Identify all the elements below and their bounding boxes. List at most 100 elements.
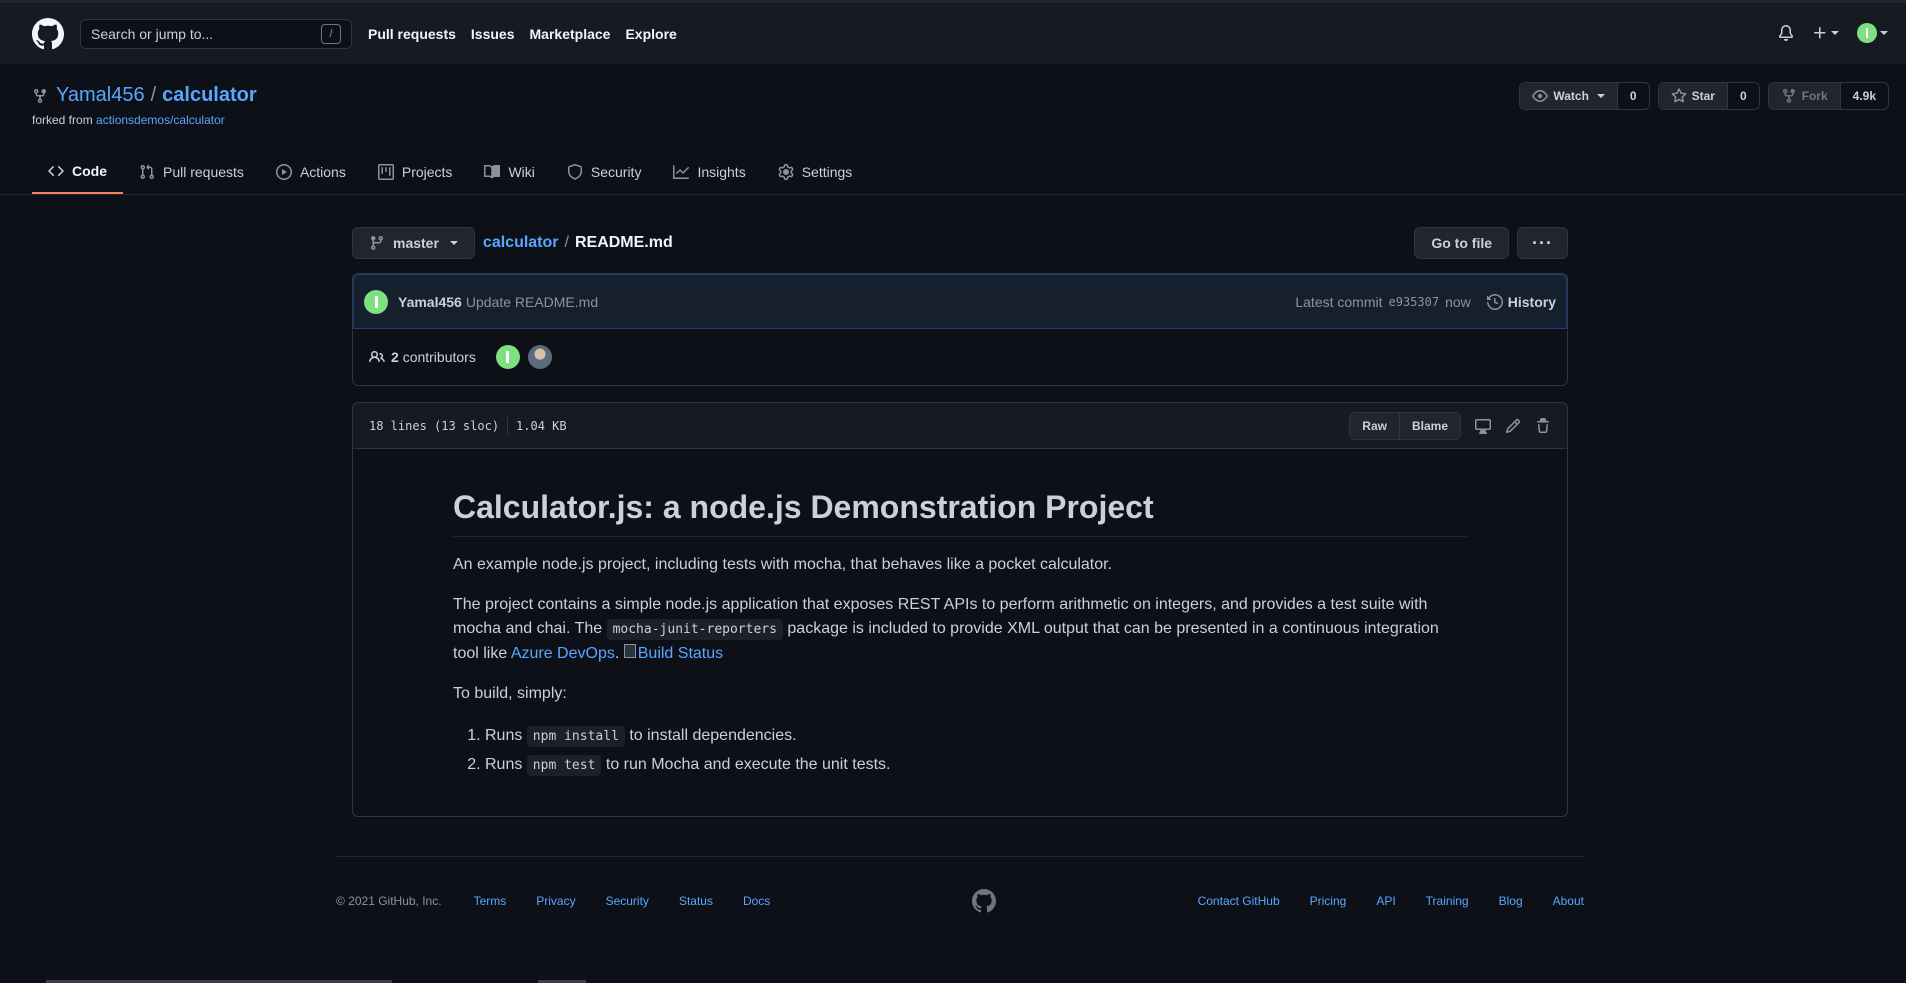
repo-header: Yamal456 / calculator forked from action… bbox=[32, 84, 257, 127]
user-menu[interactable] bbox=[1857, 23, 1888, 43]
nav-issues[interactable]: Issues bbox=[471, 26, 515, 42]
breadcrumb-repo-link[interactable]: calculator bbox=[483, 234, 559, 252]
raw-button[interactable]: Raw bbox=[1350, 412, 1400, 439]
forked-from: forked from actionsdemos/calculator bbox=[32, 113, 257, 127]
footer-link-security[interactable]: Security bbox=[606, 894, 649, 908]
nav-pull-requests[interactable]: Pull requests bbox=[368, 26, 456, 42]
repo-title: Yamal456 / calculator bbox=[32, 84, 257, 107]
bell-icon[interactable] bbox=[1778, 25, 1794, 41]
file-lines: 18 lines (13 sloc) bbox=[369, 418, 500, 433]
footer-link-contact[interactable]: Contact GitHub bbox=[1198, 894, 1280, 908]
chevron-down-icon bbox=[1880, 31, 1888, 35]
text: to run Mocha and execute the unit tests. bbox=[601, 756, 891, 773]
contributors-row: 2 contributors bbox=[353, 329, 1567, 385]
code-icon bbox=[48, 163, 64, 179]
search-placeholder: Search or jump to... bbox=[91, 25, 214, 42]
text: . bbox=[614, 645, 624, 662]
avatar[interactable] bbox=[527, 345, 552, 369]
text: Runs bbox=[485, 727, 527, 744]
commit-message-link[interactable]: Update README.md bbox=[466, 294, 598, 310]
avatar[interactable] bbox=[364, 289, 388, 314]
history-link[interactable]: History bbox=[1486, 293, 1556, 310]
footer-link-privacy[interactable]: Privacy bbox=[536, 894, 575, 908]
create-new-menu[interactable] bbox=[1812, 25, 1839, 41]
branch-selector[interactable]: master bbox=[352, 227, 475, 259]
commit-time: now bbox=[1445, 293, 1471, 310]
footer-link-status[interactable]: Status bbox=[679, 894, 713, 908]
readme-build-intro: To build, simply: bbox=[453, 685, 567, 702]
footer-link-terms[interactable]: Terms bbox=[474, 894, 507, 908]
nav-marketplace[interactable]: Marketplace bbox=[530, 26, 611, 42]
desktop-icon[interactable] bbox=[1475, 418, 1491, 434]
watch-label: Watch bbox=[1553, 89, 1589, 103]
tab-projects[interactable]: Projects bbox=[362, 150, 469, 194]
latest-commit-row: Yamal456 Update README.md Latest commit … bbox=[353, 274, 1567, 329]
list-item: Runs npm test to run Mocha and execute t… bbox=[485, 751, 1467, 780]
pencil-icon[interactable] bbox=[1505, 418, 1521, 434]
pull-request-icon bbox=[139, 164, 155, 180]
tab-code[interactable]: Code bbox=[32, 150, 123, 194]
history-label: History bbox=[1507, 293, 1556, 310]
commit-sha-link[interactable]: e935307 bbox=[1389, 295, 1440, 309]
tab-actions[interactable]: Actions bbox=[260, 150, 362, 194]
footer-link-blog[interactable]: Blog bbox=[1499, 894, 1523, 908]
inline-code: mocha-junit-reporters bbox=[606, 619, 783, 640]
tab-insights[interactable]: Insights bbox=[657, 150, 761, 194]
azure-devops-link[interactable]: Azure DevOps bbox=[511, 645, 615, 662]
github-mark-icon[interactable] bbox=[971, 889, 996, 913]
contributors-link[interactable]: 2 contributors bbox=[391, 349, 476, 365]
repo-separator: / bbox=[150, 84, 157, 106]
site-footer: © 2021 GitHub, Inc. Terms Privacy Securi… bbox=[336, 856, 1584, 927]
tab-label: Pull requests bbox=[163, 164, 244, 180]
list-item: Runs npm install to install dependencies… bbox=[485, 722, 1467, 751]
tab-security[interactable]: Security bbox=[551, 150, 658, 194]
repo-name-link[interactable]: calculator bbox=[162, 84, 256, 107]
commit-meta: Latest commit e935307 now History bbox=[1295, 294, 1556, 310]
footer-link-about[interactable]: About bbox=[1553, 894, 1584, 908]
repo-owner-link[interactable]: Yamal456 bbox=[56, 84, 145, 107]
people-icon bbox=[369, 349, 385, 365]
file-viewer: 18 lines (13 sloc) 1.04 KB Raw Blame Cal… bbox=[352, 402, 1568, 817]
watch-button[interactable]: Watch bbox=[1520, 83, 1618, 109]
repo-actions: Watch 0 Star 0 Fork 4.9k bbox=[1519, 82, 1889, 110]
footer-link-docs[interactable]: Docs bbox=[743, 894, 770, 908]
inline-code: npm test bbox=[526, 755, 602, 776]
footer-link-pricing[interactable]: Pricing bbox=[1310, 894, 1347, 908]
shield-icon bbox=[567, 164, 583, 180]
star-count[interactable]: 0 bbox=[1728, 83, 1759, 109]
project-icon bbox=[377, 164, 394, 180]
footer-link-training[interactable]: Training bbox=[1426, 894, 1469, 908]
search-input[interactable]: Search or jump to... / bbox=[80, 18, 352, 49]
nav-explore[interactable]: Explore bbox=[625, 26, 676, 42]
contributors-count: 2 bbox=[391, 349, 399, 365]
chevron-down-icon bbox=[1831, 31, 1839, 35]
repo-tabs: Code Pull requests Actions Projects Wiki… bbox=[32, 150, 868, 194]
go-to-file-button[interactable]: Go to file bbox=[1414, 227, 1510, 259]
avatar[interactable] bbox=[495, 345, 520, 369]
forked-from-link[interactable]: actionsdemos/calculator bbox=[96, 113, 225, 127]
star-button[interactable]: Star bbox=[1658, 83, 1728, 109]
trash-icon[interactable] bbox=[1535, 417, 1551, 434]
build-status-badge[interactable]: Build Status bbox=[623, 642, 723, 666]
copyright: © 2021 GitHub, Inc. bbox=[336, 894, 442, 908]
fork-button[interactable]: Fork bbox=[1768, 83, 1841, 109]
gear-icon bbox=[778, 164, 794, 180]
text: Runs bbox=[485, 756, 527, 773]
book-icon bbox=[484, 164, 501, 180]
play-icon bbox=[275, 164, 292, 180]
tab-pull-requests[interactable]: Pull requests bbox=[123, 150, 260, 194]
fork-icon bbox=[1781, 88, 1797, 104]
tab-wiki[interactable]: Wiki bbox=[468, 150, 550, 194]
fork-count[interactable]: 4.9k bbox=[1841, 83, 1888, 109]
more-options-button[interactable]: ··· bbox=[1517, 227, 1568, 259]
watch-count[interactable]: 0 bbox=[1618, 83, 1649, 109]
tab-settings[interactable]: Settings bbox=[762, 150, 869, 194]
blame-button[interactable]: Blame bbox=[1399, 412, 1460, 439]
tab-label: Wiki bbox=[508, 164, 535, 180]
commit-author-link[interactable]: Yamal456 bbox=[398, 294, 462, 310]
repo-forked-icon bbox=[32, 88, 48, 104]
footer-link-api[interactable]: API bbox=[1376, 894, 1395, 908]
github-logo-icon[interactable] bbox=[32, 17, 64, 50]
global-nav: Pull requests Issues Marketplace Explore bbox=[368, 26, 692, 42]
plus-icon bbox=[1812, 25, 1828, 41]
